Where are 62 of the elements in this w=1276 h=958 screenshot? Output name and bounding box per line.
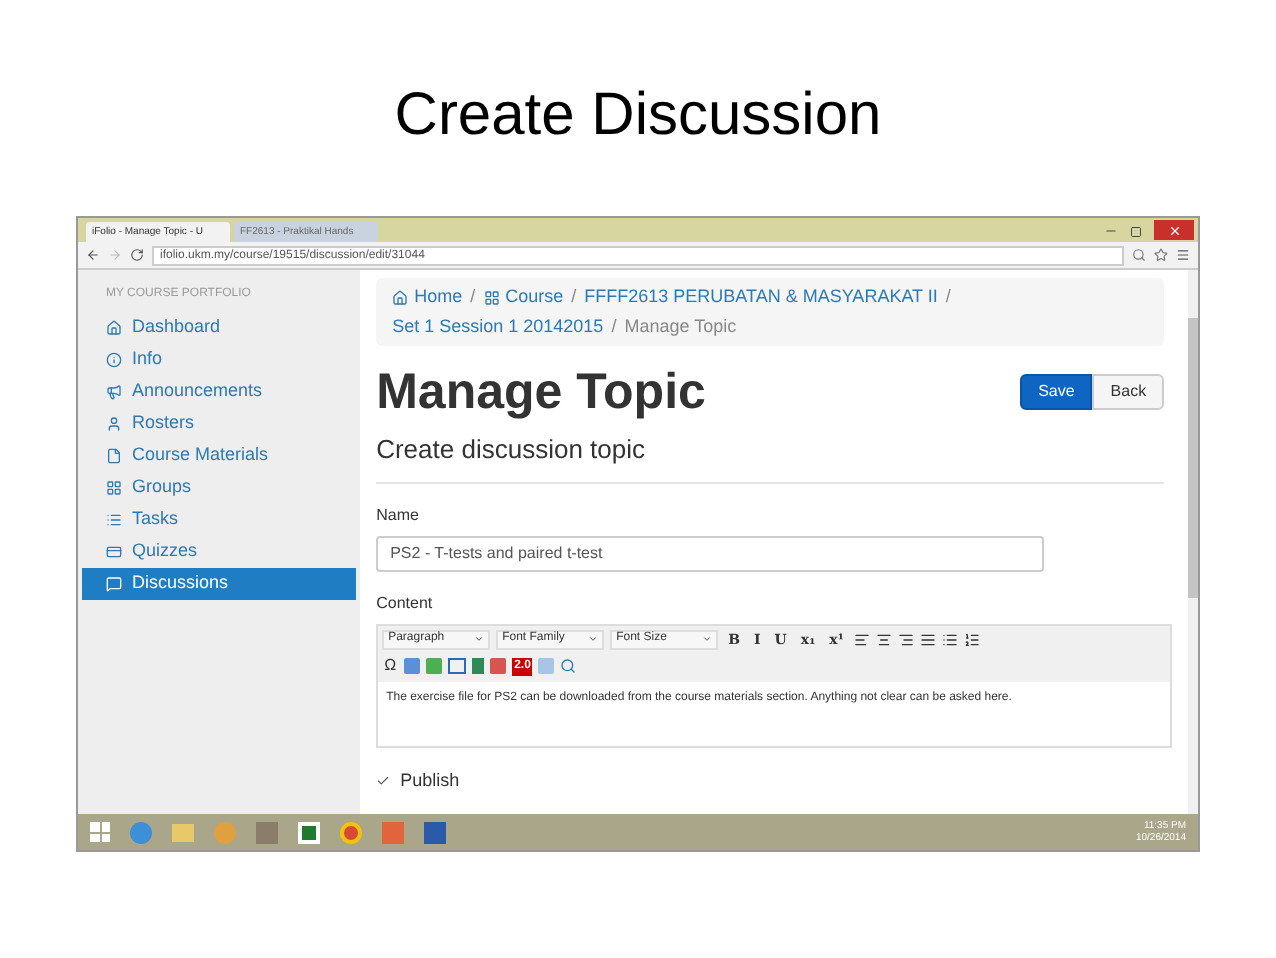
chevron-down-icon bbox=[702, 634, 713, 645]
close-button[interactable] bbox=[1154, 220, 1194, 240]
bullet-list-icon[interactable] bbox=[941, 631, 958, 648]
list-icon bbox=[106, 512, 122, 528]
window-icon[interactable] bbox=[448, 658, 467, 674]
search-icon[interactable] bbox=[560, 658, 577, 674]
home-icon bbox=[392, 289, 409, 306]
name-label: Name bbox=[376, 503, 421, 527]
chevron-down-icon bbox=[588, 634, 599, 645]
page-title: Manage Topic bbox=[376, 362, 706, 422]
start-icon[interactable] bbox=[90, 822, 110, 842]
sidebar-item[interactable]: Announcements bbox=[82, 376, 357, 408]
sidebar-item[interactable]: Quizzes bbox=[82, 536, 357, 568]
page-subtitle: Create discussion topic bbox=[376, 430, 1165, 483]
publish-checkbox[interactable] bbox=[376, 774, 391, 789]
content-label: Content bbox=[376, 591, 435, 615]
menu-icon[interactable] bbox=[1176, 248, 1190, 262]
breadcrumb-link[interactable]: FFFF2613 PERUBATAN & MASYARAKAT II bbox=[584, 284, 938, 311]
sidebar-item[interactable]: Discussions bbox=[82, 568, 357, 600]
user-icon bbox=[106, 416, 122, 432]
breadcrumb-current: Manage Topic bbox=[624, 313, 737, 340]
back-button[interactable]: Back bbox=[1092, 374, 1165, 410]
name-field[interactable]: PS2 - T-tests and paired t-test bbox=[376, 535, 1045, 571]
sidebar-item[interactable]: Rosters bbox=[82, 408, 357, 440]
save-button[interactable]: Save bbox=[1020, 374, 1093, 410]
close-icon bbox=[1167, 223, 1181, 237]
numbered-list-icon[interactable] bbox=[963, 631, 980, 648]
megaphone-icon bbox=[106, 384, 122, 400]
sidebar-item[interactable]: Tasks bbox=[82, 504, 357, 536]
reload-icon[interactable] bbox=[130, 248, 144, 262]
grid-icon bbox=[483, 289, 500, 306]
chevron-down-icon bbox=[474, 634, 485, 645]
maximize-icon[interactable] bbox=[1130, 226, 1142, 238]
spreadsheet-icon[interactable] bbox=[298, 821, 320, 843]
card-icon bbox=[106, 544, 122, 560]
align-left-icon[interactable] bbox=[853, 631, 870, 648]
breadcrumb-link[interactable]: Set 1 Session 1 20142015 bbox=[392, 313, 604, 340]
home-icon bbox=[106, 320, 122, 336]
symbol-button[interactable]: Ω bbox=[382, 654, 399, 678]
slide-title: Create Discussion bbox=[394, 80, 882, 152]
chat-icon bbox=[106, 576, 122, 592]
breadcrumb-separator: / bbox=[945, 284, 951, 310]
publish-label: Publish bbox=[400, 768, 460, 794]
zoom-icon[interactable] bbox=[1132, 248, 1146, 262]
sidebar-item[interactable]: Dashboard bbox=[82, 312, 357, 344]
back-icon[interactable] bbox=[86, 248, 100, 262]
breadcrumb-separator: / bbox=[611, 313, 617, 339]
star-icon[interactable] bbox=[1154, 248, 1168, 262]
sidebar-item[interactable]: Course Materials bbox=[82, 440, 357, 472]
breadcrumb-separator: / bbox=[470, 284, 476, 310]
document-icon bbox=[106, 448, 122, 464]
sidebar-item[interactable]: Groups bbox=[82, 472, 357, 504]
align-right-icon[interactable] bbox=[897, 631, 914, 648]
minimize-icon[interactable] bbox=[1104, 224, 1118, 238]
sidebar-item[interactable]: Info bbox=[82, 344, 357, 376]
align-justify-icon[interactable] bbox=[919, 631, 936, 648]
breadcrumb-separator: / bbox=[571, 284, 577, 310]
breadcrumb-link[interactable]: Home bbox=[392, 284, 463, 311]
align-center-icon[interactable] bbox=[875, 631, 892, 648]
breadcrumb-link[interactable]: Course bbox=[483, 284, 564, 311]
info-icon bbox=[106, 352, 122, 368]
grid-icon bbox=[106, 480, 122, 496]
